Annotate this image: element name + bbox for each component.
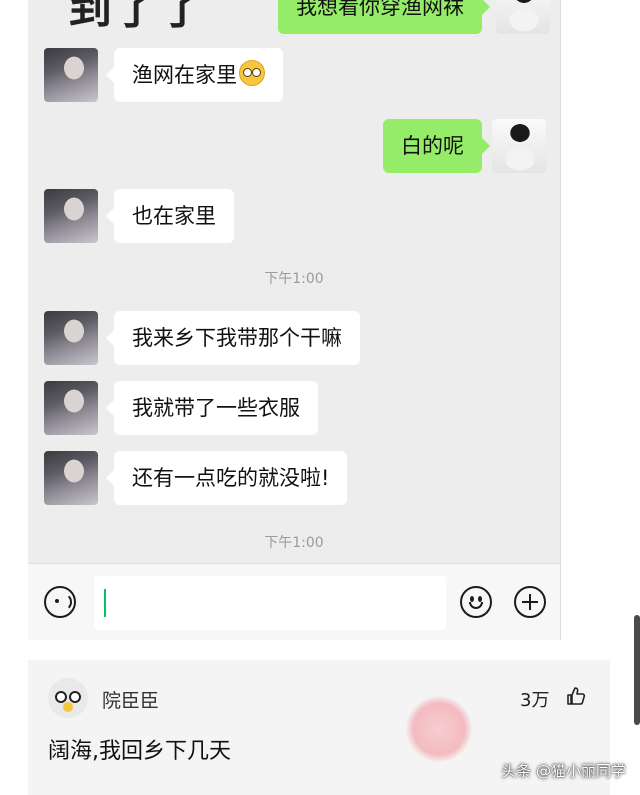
comment-username[interactable]: 院臣臣 [102, 686, 159, 713]
nerd-face-emoji-icon [239, 60, 265, 86]
plus-icon[interactable] [514, 586, 546, 618]
message-bubble-received: 我来乡下我带那个干嘛 [106, 311, 360, 365]
timestamp: 下午1:00 [264, 271, 324, 287]
hot-comment-seal-icon [406, 696, 472, 762]
message-bubble-sent: 白的呢 [383, 119, 490, 173]
timestamp: 下午1:00 [264, 535, 324, 551]
thumbs-up-icon[interactable] [566, 686, 586, 706]
comment-text: 阔海,我回乡下几天 [48, 739, 231, 764]
message-bubble-received: 还有一点吃的就没啦! [105, 451, 348, 505]
commenter-avatar[interactable] [48, 678, 88, 718]
message-bubble-received: 我就带了一些衣服 [106, 381, 318, 435]
partial-header-text: 到了了 [68, 0, 206, 34]
chat-screenshot: 到了了 我想看你穿渔网袜 渔网在家里 白的呢 也在家里 下午1:00 我来乡下我… [28, 0, 561, 640]
source-watermark: 头条 @猫小丽同学 [501, 762, 626, 780]
message-bubble-received: 也在家里 [106, 189, 234, 243]
emoji-icon[interactable] [460, 586, 492, 618]
text-caret [104, 589, 106, 617]
avatar-contact[interactable] [44, 189, 98, 243]
like-count: 3万 [520, 690, 550, 711]
avatar-self[interactable] [496, 0, 550, 34]
message-input[interactable] [94, 576, 446, 630]
input-bar [28, 563, 560, 640]
avatar-contact[interactable] [44, 48, 98, 102]
message-bubble-received: 渔网在家里 [106, 48, 283, 102]
avatar-self[interactable] [492, 119, 546, 173]
voice-icon[interactable] [44, 586, 76, 618]
message-bubble-sent: 我想看你穿渔网袜 [278, 0, 490, 34]
scrollbar-thumb[interactable] [634, 615, 640, 725]
avatar-contact[interactable] [44, 381, 98, 435]
avatar-contact[interactable] [44, 451, 98, 505]
avatar-contact[interactable] [44, 311, 98, 365]
